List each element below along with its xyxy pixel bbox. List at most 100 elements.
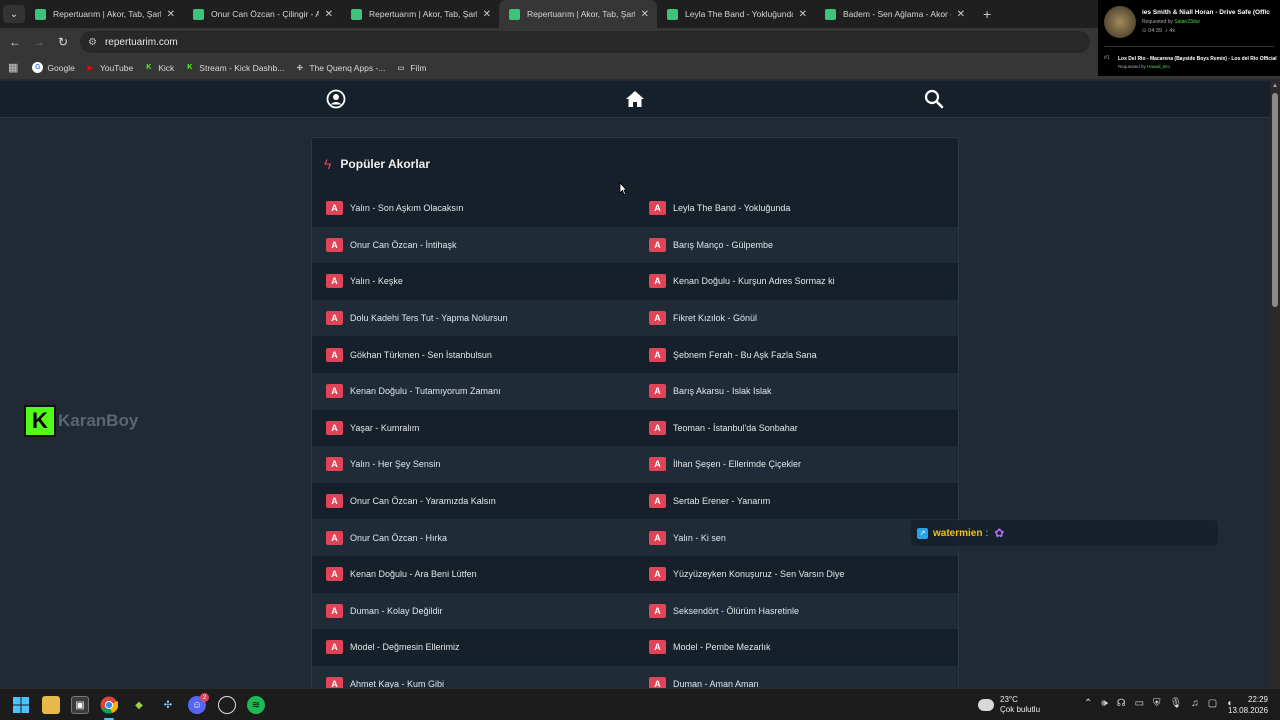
site-favicon-icon <box>193 8 204 20</box>
song-link[interactable]: A Kenan Doğulu - Ara Beni Lütfen <box>312 556 635 593</box>
song-title: Onur Can Özcan - İntihaşk <box>350 239 457 250</box>
chord-badge: A <box>649 457 666 472</box>
forward-icon[interactable]: → <box>27 35 51 49</box>
song-link[interactable]: A Yüzyüzeyken Konuşuruz - Sen Varsın Diye <box>635 556 958 593</box>
scroll-up-icon[interactable]: ▲ <box>1272 83 1278 89</box>
song-link[interactable]: A Duman - Kolay Değildir <box>312 593 635 630</box>
new-tab-button[interactable]: + <box>983 6 991 22</box>
speaker-icon[interactable]: 🕪 <box>1101 698 1107 709</box>
bookmark-item[interactable]: K Kick <box>143 62 174 73</box>
search-icon[interactable] <box>924 89 944 109</box>
tab-title: Onur Can Özcan - Çilingir - Akor <box>211 9 319 19</box>
chevron-up-icon[interactable]: ⌃ <box>1084 698 1092 709</box>
browser-tab[interactable]: Leyla The Band - Yokluğunda - ✕ <box>657 0 815 28</box>
song-link[interactable]: A Yaşar - Kumralım <box>312 410 635 447</box>
back-icon[interactable]: ← <box>3 35 27 49</box>
bookmark-item[interactable]: ▭ Film <box>395 62 427 73</box>
close-tab-icon[interactable]: ✕ <box>483 9 491 20</box>
volume-icon[interactable]: ♫ <box>1191 698 1199 709</box>
close-tab-icon[interactable]: ✕ <box>799 9 807 20</box>
song-title: Gökhan Türkmen - Sen İstanbulsun <box>350 349 492 360</box>
chord-badge: A <box>649 640 666 655</box>
bookmark-item[interactable]: K Stream - Kick Dashb... <box>184 62 284 73</box>
song-link[interactable]: A Barış Manço - Gülpembe <box>635 227 958 264</box>
bookmark-label: YouTube <box>99 62 134 73</box>
bookmark-label: Film <box>410 62 427 73</box>
display-icon[interactable]: ▢ <box>1208 698 1217 709</box>
bookmark-item[interactable]: G Google <box>32 62 75 73</box>
chord-badge: A <box>326 420 343 435</box>
address-bar[interactable]: ⚙ repertuarim.com <box>80 31 1090 53</box>
browser-tab[interactable]: Repertuarım | Akor, Tab, Şarkı Sö ✕ <box>25 0 183 28</box>
song-link[interactable]: A Model - Pembe Mezarlık <box>635 629 958 666</box>
card-header: ϟ Popüler Akorlar <box>312 138 958 190</box>
song-link[interactable]: A İlhan Şeşen - Ellerimde Çiçekler <box>635 446 958 483</box>
song-link[interactable]: A Yalın - Son Aşkım Olacaksın <box>312 190 635 227</box>
obs-icon[interactable] <box>218 696 236 714</box>
headset-icon[interactable]: ☊ <box>1117 698 1126 709</box>
song-link[interactable]: A Barış Akarsu - Islak Islak <box>635 373 958 410</box>
close-tab-icon[interactable]: ✕ <box>957 9 965 20</box>
song-link[interactable]: A Dolu Kadehi Ters Tut - Yapma Nolursun <box>312 300 635 337</box>
chrome-icon[interactable] <box>100 696 118 714</box>
home-icon[interactable] <box>625 89 645 109</box>
close-tab-icon[interactable]: ✕ <box>641 9 649 20</box>
song-link[interactable]: A Teoman - İstanbul'da Sonbahar <box>635 410 958 447</box>
song-link[interactable]: A Kenan Doğulu - Kurşun Adres Sormaz ki <box>635 263 958 300</box>
song-link[interactable]: A Kenan Doğulu - Tutamıyorum Zamanı <box>312 373 635 410</box>
weather-widget[interactable]: 23°C Çok bulutlu <box>978 695 1040 715</box>
spotify-icon[interactable]: ≋ <box>247 696 265 714</box>
bookmark-item[interactable]: ✣ The Quenq Apps -... <box>294 62 386 73</box>
song-link[interactable]: A Fikret Kızılok - Gönül <box>635 300 958 337</box>
system-tray: ⌃ 🕪 ☊ ▭ ⛨ 🎙 ♫ ▢ ◖ <box>1084 698 1232 709</box>
song-link[interactable]: A Yalın - Keşke <box>312 263 635 300</box>
song-link[interactable]: A Şebnem Ferah - Bu Aşk Fazla Sana <box>635 336 958 373</box>
song-link[interactable]: A Onur Can Özcan - Hırka <box>312 519 635 556</box>
reload-icon[interactable]: ↻ <box>51 35 75 49</box>
table-row: A Onur Can Özcan - İntihaşk A Barış Manço -… <box>312 226 958 264</box>
youtube-icon: ▶ <box>87 64 94 72</box>
chord-badge: A <box>326 347 343 362</box>
user-icon[interactable] <box>326 89 346 109</box>
browser-tab[interactable]: Repertuarım | Akor, Tab, Şarkı Sö ✕ <box>341 0 499 28</box>
song-link[interactable]: A Yalın - Ki sen <box>635 519 958 556</box>
song-link[interactable]: A Gökhan Türkmen - Sen İstanbulsun <box>312 336 635 373</box>
security-icon[interactable]: ⛨ <box>1153 698 1161 709</box>
song-link[interactable]: A Yalın - Her Şey Sensin <box>312 446 635 483</box>
page-scrollbar[interactable]: ▲ <box>1270 81 1280 688</box>
scrollbar-thumb[interactable] <box>1272 93 1278 307</box>
file-explorer-icon[interactable] <box>42 696 60 714</box>
browser-tab[interactable]: Badem - Sen Ağlama - Akor (Kı ✕ <box>815 0 973 28</box>
queue-title: Los Del Rio - Macarena (Bayside Boys Rem… <box>1118 56 1277 62</box>
windows-start-icon[interactable] <box>12 696 30 714</box>
song-link[interactable]: A Seksendört - Ölürüm Hasretinle <box>635 593 958 630</box>
shield-app-icon[interactable]: ◆ <box>130 696 148 714</box>
song-link[interactable]: A Sertab Erener - Yanarım <box>635 483 958 520</box>
browser-tab[interactable]: Repertuarım | Akor, Tab, Şarkı Sö ✕ <box>499 0 657 28</box>
tab-search-button[interactable]: ⌄ <box>3 5 25 23</box>
chord-badge: A <box>649 603 666 618</box>
chord-badge: A <box>649 274 666 289</box>
bookmark-item[interactable]: ▶ YouTube <box>85 62 134 73</box>
close-tab-icon[interactable]: ✕ <box>167 9 175 20</box>
divider <box>1104 46 1274 47</box>
bookmarks-bar: ▦ G Google ▶ YouTube K Kick K Stream - Kick Das… <box>0 56 1280 80</box>
close-tab-icon[interactable]: ✕ <box>325 9 333 20</box>
chord-badge: A <box>326 274 343 289</box>
song-link[interactable]: A Leyla The Band - Yokluğunda <box>635 190 958 227</box>
browser-tab[interactable]: Onur Can Özcan - Çilingir - Akor ✕ <box>183 0 341 28</box>
song-title: Yalın - Keşke <box>350 276 403 287</box>
clock[interactable]: 22:29 13.08.2026 <box>1228 694 1268 716</box>
song-link[interactable]: A Model - Değmesin Ellerimiz <box>312 629 635 666</box>
network-app-icon[interactable]: ✣ <box>159 696 177 714</box>
song-title: Kenan Doğulu - Tutamıyorum Zamanı <box>350 386 501 397</box>
song-link[interactable]: A Onur Can Özcan - İntihaşk <box>312 227 635 264</box>
microphone-icon[interactable]: 🎙 <box>1170 698 1183 709</box>
store-icon[interactable]: ▣ <box>71 696 89 714</box>
navigation-bar: ← → ↻ ⚙ repertuarim.com <box>0 28 1280 56</box>
site-info-icon[interactable]: ⚙ <box>88 37 97 48</box>
apps-grid-icon[interactable]: ▦ <box>8 61 18 74</box>
folder-icon[interactable]: ▭ <box>1135 698 1144 709</box>
song-link[interactable]: A Onur Can Özcan - Yaramızda Kalsın <box>312 483 635 520</box>
chat-username: watermien <box>933 527 983 539</box>
